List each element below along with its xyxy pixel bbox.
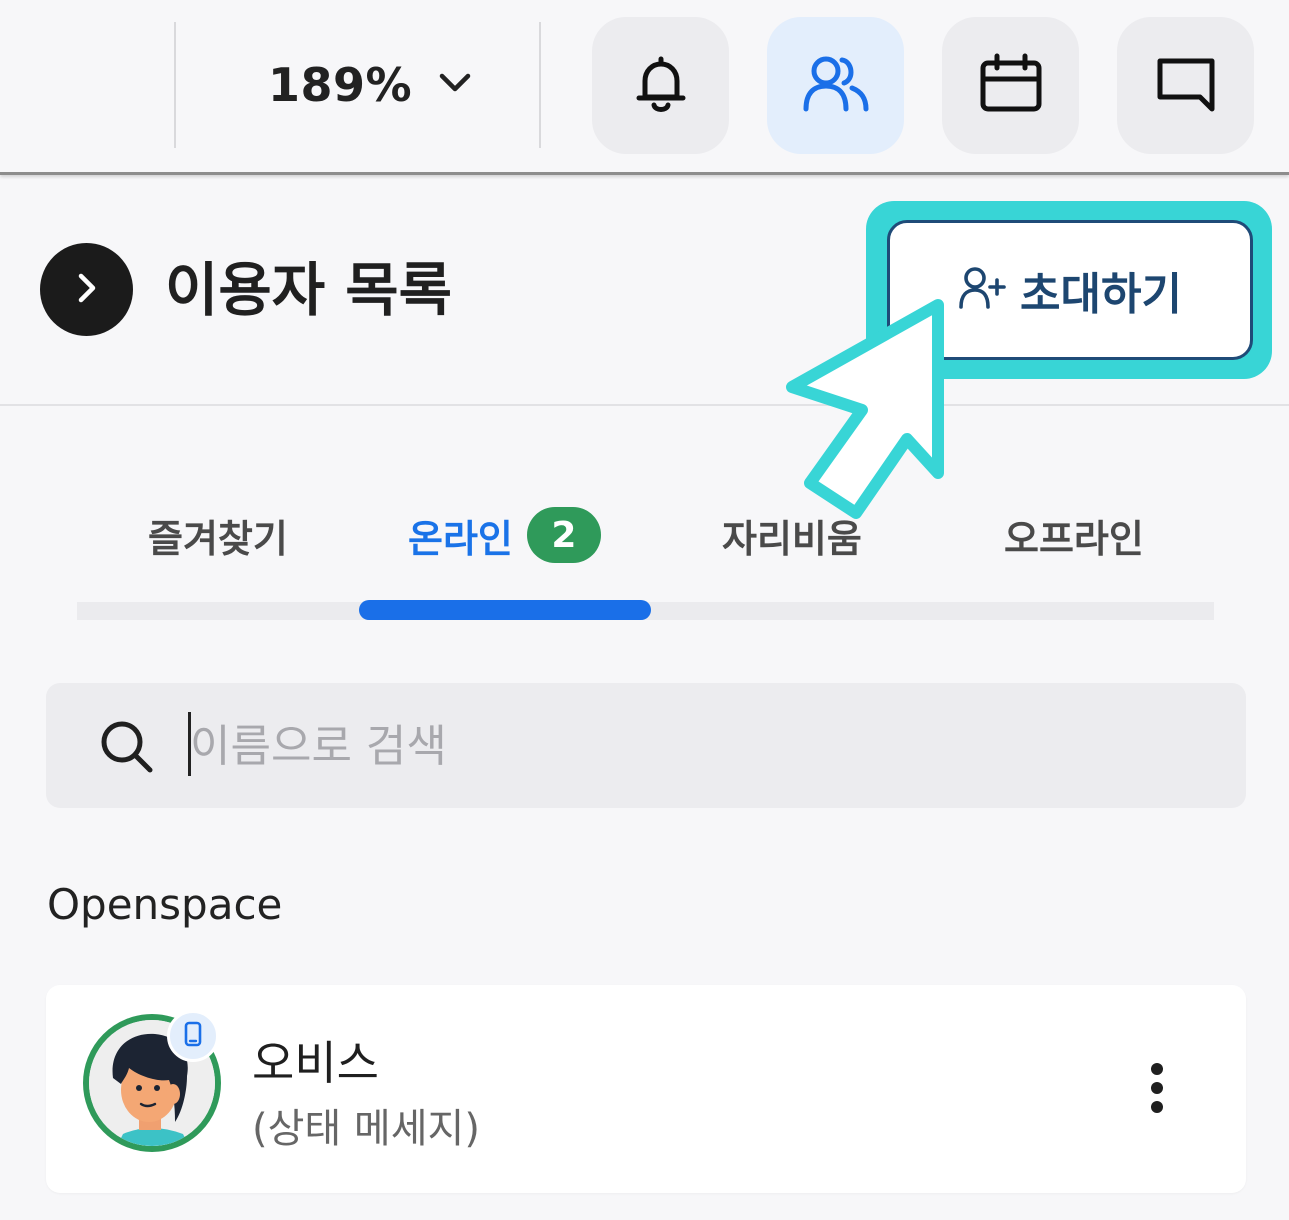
toolbar-divider <box>174 22 176 148</box>
zoom-dropdown[interactable]: 189% <box>268 52 472 118</box>
chat-button[interactable] <box>1117 17 1254 154</box>
chat-icon <box>1154 53 1218 119</box>
tab-online[interactable]: 온라인 2 <box>408 505 601 565</box>
tab-label: 오프라인 <box>1004 516 1144 561</box>
collapse-panel-button[interactable] <box>40 243 133 336</box>
text-caret <box>188 712 191 776</box>
notifications-button[interactable] <box>592 17 729 154</box>
chevron-down-icon <box>438 72 472 98</box>
tab-label: 즐겨찾기 <box>148 516 288 561</box>
chevron-right-icon <box>75 271 99 309</box>
top-toolbar: 189% <box>0 0 1289 175</box>
device-badge <box>167 1010 219 1062</box>
calendar-icon <box>978 53 1044 119</box>
tab-favorites[interactable]: 즐겨찾기 <box>148 505 288 565</box>
toolbar-divider <box>539 22 541 148</box>
invite-label: 초대하기 <box>1020 269 1182 320</box>
header-divider <box>0 404 1289 406</box>
more-options-button[interactable] <box>1130 1055 1184 1125</box>
tab-label: 자리비움 <box>722 516 862 561</box>
search-icon <box>98 718 156 780</box>
bell-icon <box>631 53 691 119</box>
user-status-message: (상태 메세지) <box>252 1106 480 1152</box>
group-label: Openspace <box>47 880 283 929</box>
calendar-button[interactable] <box>942 17 1079 154</box>
page-title: 이용자 목록 <box>165 256 452 324</box>
online-count-badge: 2 <box>526 507 601 563</box>
tab-away[interactable]: 자리비움 <box>722 505 862 565</box>
add-user-icon <box>958 266 1006 314</box>
users-button[interactable] <box>767 17 904 154</box>
user-list-item[interactable] <box>46 985 1246 1193</box>
mobile-icon <box>183 1021 203 1051</box>
more-vertical-icon <box>1149 1061 1165 1119</box>
tab-offline[interactable]: 오프라인 <box>1004 505 1144 565</box>
user-name: 오비스 <box>252 1036 379 1090</box>
search-input[interactable] <box>188 705 1232 787</box>
tab-label: 온라인 <box>408 516 513 561</box>
users-icon <box>800 53 872 119</box>
pointer-arrow-icon <box>780 295 960 524</box>
zoom-value: 189% <box>268 58 413 112</box>
active-tab-indicator <box>359 600 651 620</box>
